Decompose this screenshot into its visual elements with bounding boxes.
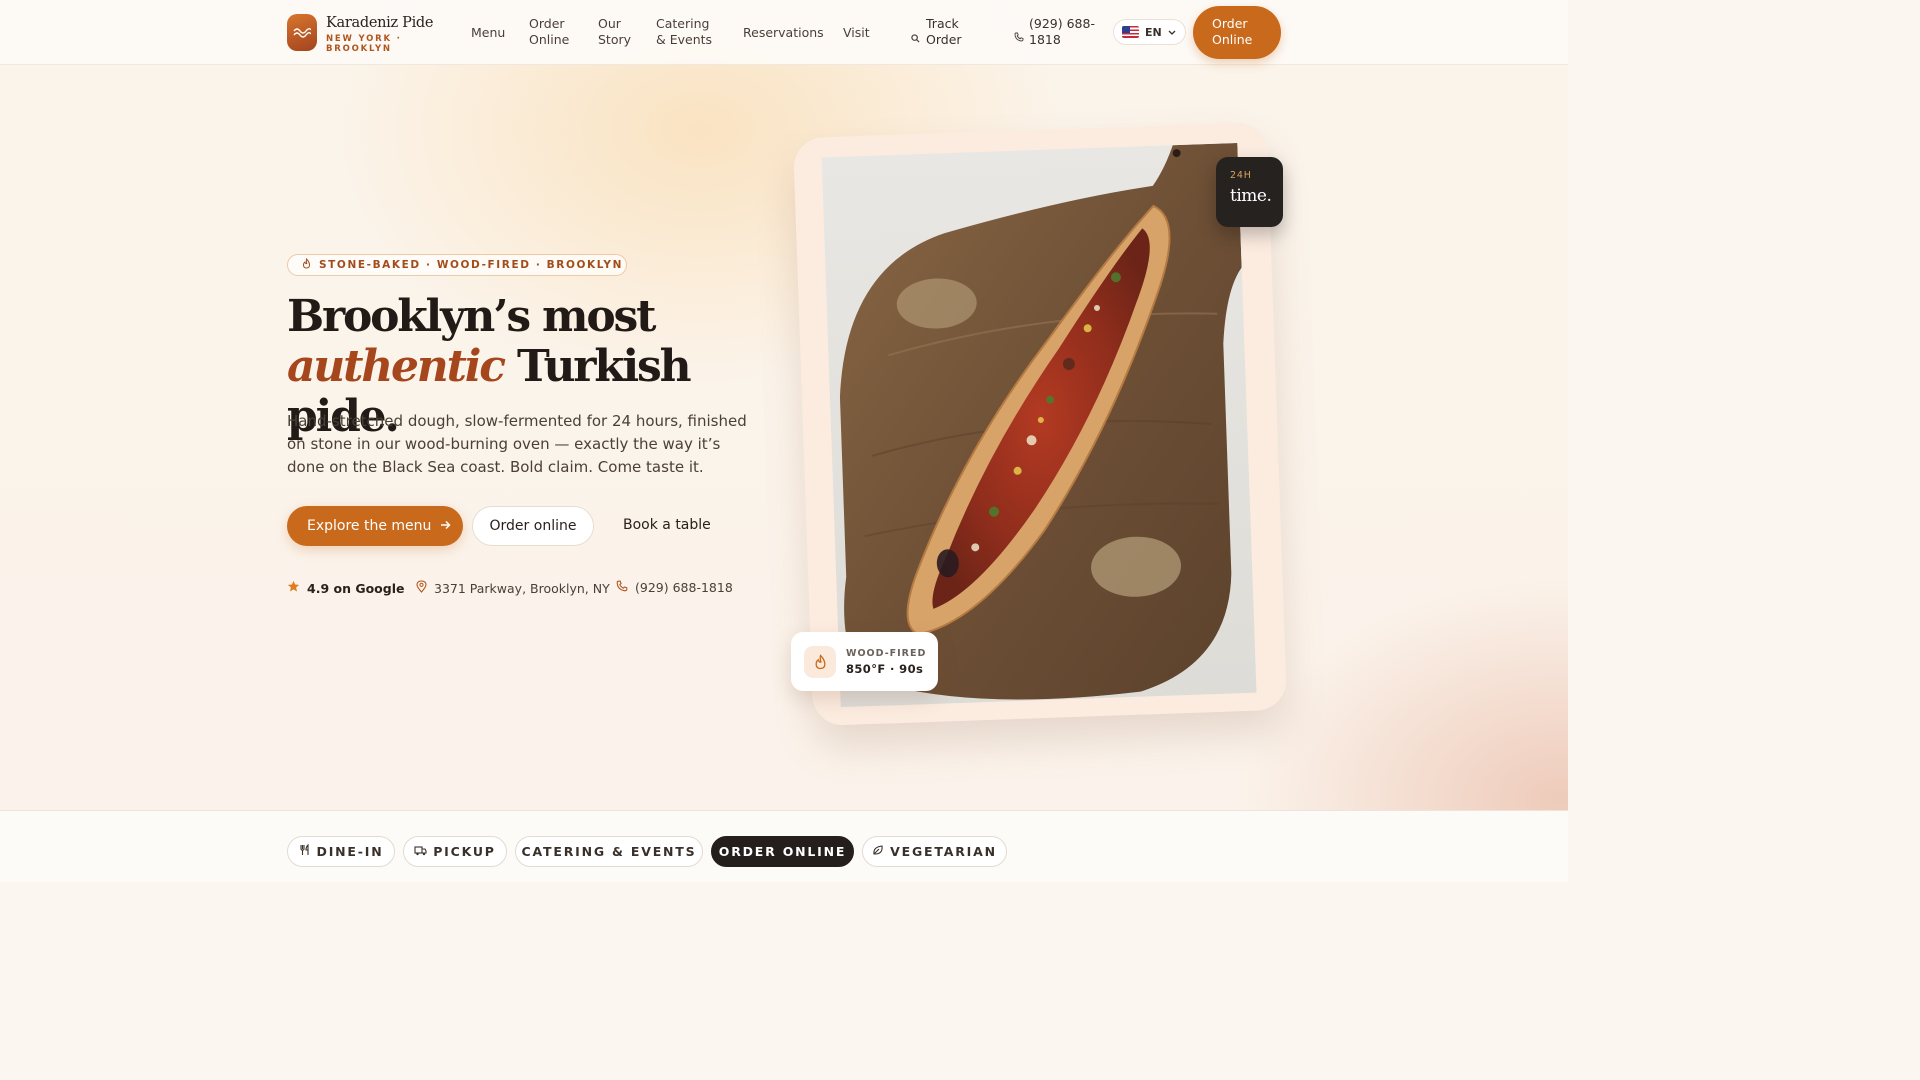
flame-icon: [302, 258, 311, 272]
hero-tagline-badge: STONE-BAKED · WOOD-FIRED · BROOKLYN: [287, 254, 627, 276]
book-table-link[interactable]: Book a table: [623, 517, 711, 533]
rating-text: 4.9 on Google: [307, 580, 405, 596]
track-order-link[interactable]: Track Order: [926, 16, 970, 48]
nav-menu[interactable]: Menu: [471, 25, 505, 41]
chip-order-online-label: ORDER ONLINE: [718, 844, 847, 859]
flame-icon: [804, 645, 836, 678]
arrow-right-icon: [440, 518, 451, 534]
nav-reservations[interactable]: Reservations: [743, 25, 824, 41]
phone-icon: [1014, 27, 1024, 46]
phone-icon: [616, 580, 628, 595]
us-flag-icon: [1122, 26, 1139, 38]
hero-description: Hand-stretched dough, slow-fermented for…: [287, 412, 747, 476]
fermentation-badge-value: time.: [1230, 186, 1272, 206]
chevron-down-icon: [1168, 26, 1176, 39]
chip-catering-label: CATERING & EVENTS: [521, 844, 697, 859]
wood-fired-value: 850°F · 90s: [846, 661, 924, 676]
logo-icon[interactable]: [287, 14, 317, 51]
address-info: 3371 Parkway, Brooklyn, NY: [416, 580, 610, 596]
pide-photo: [821, 142, 1257, 708]
chip-vegetarian-label: VEGETARIAN: [890, 844, 997, 859]
nav-our-story[interactable]: Our Story: [598, 16, 634, 48]
google-rating: 4.9 on Google: [287, 580, 404, 596]
nav-visit[interactable]: Visit: [843, 25, 870, 41]
language-label: EN: [1145, 25, 1162, 39]
chip-catering-events[interactable]: CATERING & EVENTS: [515, 836, 703, 867]
chip-vegetarian[interactable]: VEGETARIAN: [862, 836, 1007, 867]
explore-menu-label: Explore the menu: [307, 518, 432, 534]
fermentation-badge: 24H time.: [1216, 157, 1283, 227]
chip-dine-in-label: DINE-IN: [316, 844, 384, 859]
wood-fired-label: WOOD-FIRED: [846, 647, 927, 659]
order-online-button[interactable]: Order online: [472, 506, 594, 546]
brand-location: NEW YORK · BROOKLYN: [326, 34, 402, 54]
nav-catering-events[interactable]: Catering & Events: [656, 16, 718, 48]
hero-title-line1: Brooklyn’s most: [287, 291, 656, 342]
site-header: Karadeniz Pide NEW YORK · BROOKLYN Menu …: [0, 0, 1568, 65]
utensils-icon: [299, 843, 311, 859]
search-icon: [911, 28, 920, 47]
chip-dine-in[interactable]: DINE-IN: [287, 836, 395, 867]
chip-pickup-label: PICKUP: [433, 844, 496, 859]
phone-text[interactable]: (929) 688-1818: [635, 580, 733, 595]
leaf-icon: [872, 844, 884, 859]
brand-name[interactable]: Karadeniz Pide: [326, 15, 434, 31]
explore-menu-button[interactable]: Explore the menu: [287, 506, 463, 546]
truck-icon: [414, 844, 427, 859]
wood-fired-badge: WOOD-FIRED 850°F · 90s: [791, 632, 938, 691]
nav-order-online[interactable]: Order Online: [529, 16, 579, 48]
phone-info: (929) 688-1818: [616, 580, 733, 595]
pide-illustration: [839, 142, 1246, 700]
header-phone-link[interactable]: (929) 688-1818: [1029, 16, 1099, 48]
hero-tagline: STONE-BAKED · WOOD-FIRED · BROOKLYN: [319, 259, 624, 271]
map-pin-icon: [416, 580, 427, 596]
fermentation-badge-label: 24H: [1230, 170, 1252, 181]
hero-title-accent: authentic: [287, 341, 506, 392]
header-order-online-button[interactable]: Order Online: [1193, 6, 1281, 59]
address-text[interactable]: 3371 Parkway, Brooklyn, NY: [434, 581, 610, 596]
chip-order-online[interactable]: ORDER ONLINE: [711, 836, 854, 867]
chip-pickup[interactable]: PICKUP: [403, 836, 507, 867]
star-icon: [287, 580, 300, 596]
language-selector[interactable]: EN: [1113, 19, 1186, 45]
